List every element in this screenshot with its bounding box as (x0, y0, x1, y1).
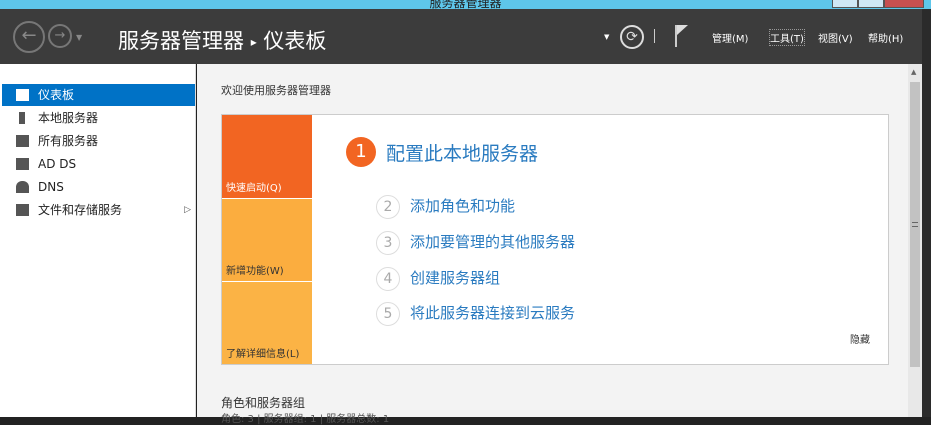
step-add-roles[interactable]: 2 添加角色和功能 (376, 195, 515, 219)
step-add-servers[interactable]: 3 添加要管理的其他服务器 (376, 231, 575, 255)
divider (654, 29, 655, 43)
sidebar-item-all-servers[interactable]: 所有服务器 (2, 130, 195, 152)
sidebar-item-local-server[interactable]: 本地服务器 (2, 107, 195, 129)
breadcrumb-app[interactable]: 服务器管理器 (118, 29, 244, 53)
sidebar-item-label: 所有服务器 (38, 134, 99, 148)
scrollbar-thumb[interactable] (910, 82, 920, 367)
expand-icon[interactable]: ▷ (184, 199, 191, 221)
sidebar-item-file-storage[interactable]: 文件和存储服务 ▷ (2, 199, 195, 221)
welcome-heading: 欢迎使用服务器管理器 (221, 84, 331, 97)
roles-section-title: 角色和服务器组 (221, 396, 306, 410)
tab-label: 了解详细信息(L) (226, 349, 300, 360)
step-number: 5 (376, 302, 400, 326)
step-label: 创建服务器组 (410, 269, 501, 287)
sidebar-item-label: 文件和存储服务 (38, 203, 123, 217)
breadcrumb-page: 仪表板 (263, 29, 327, 53)
sidebar-item-dns[interactable]: DNS (2, 176, 195, 198)
menu-help[interactable]: 帮助(H) (868, 30, 903, 45)
main-content: 欢迎使用服务器管理器 快速启动(Q) 新增功能(W) 了解详细信息(L) 1 配置… (197, 64, 908, 425)
title-bar: 服务器管理器 (0, 0, 931, 9)
maximize-button[interactable] (858, 0, 884, 8)
header: ← → ▼ 服务器管理器 ▸ 仪表板 ▼ ⟳ 管理(M) 工具(T) 视图(V)… (0, 9, 931, 64)
step-label: 将此服务器连接到云服务 (410, 304, 576, 322)
sidebar-item-dashboard[interactable]: 仪表板 (2, 84, 195, 106)
menu-tools[interactable]: 工具(T) (769, 29, 805, 46)
breadcrumb-separator-icon: ▸ (250, 35, 257, 49)
back-icon: ← (21, 25, 37, 46)
tab-whats-new[interactable]: 新增功能(W) (222, 199, 312, 281)
dns-icon (16, 181, 29, 193)
notifications-flag-icon[interactable] (675, 25, 688, 47)
dashboard-icon (16, 89, 29, 101)
close-button[interactable] (884, 0, 924, 8)
step-number: 1 (346, 137, 376, 167)
sidebar-item-label: 本地服务器 (38, 111, 99, 125)
menu-manage[interactable]: 管理(M) (712, 30, 748, 45)
breadcrumb: 服务器管理器 ▸ 仪表板 (118, 25, 326, 55)
hide-link[interactable]: 隐藏 (850, 331, 870, 346)
server-icon (19, 112, 25, 124)
back-button[interactable]: ← (13, 21, 45, 53)
tab-label: 新增功能(W) (226, 266, 284, 277)
menu-view[interactable]: 视图(V) (818, 30, 853, 45)
tab-learn-more[interactable]: 了解详细信息(L) (222, 282, 312, 364)
scroll-up-icon[interactable]: ▲ (911, 68, 916, 76)
vertical-scrollbar[interactable]: ▲ (908, 64, 922, 417)
sidebar-item-label: DNS (38, 180, 64, 194)
sidebar: 仪表板 本地服务器 所有服务器 AD DS DNS 文件和存储服务 ▷ (0, 64, 196, 417)
refresh-icon: ⟳ (626, 29, 638, 45)
step-label: 添加角色和功能 (410, 197, 516, 215)
tab-quick-start[interactable]: 快速启动(Q) (222, 115, 312, 198)
step-number: 2 (376, 195, 400, 219)
step-label: 添加要管理的其他服务器 (410, 233, 576, 251)
storage-icon (16, 204, 29, 216)
step-label: 配置此本地服务器 (386, 142, 539, 165)
refresh-dropdown-icon[interactable]: ▼ (604, 33, 609, 41)
window-edge (922, 9, 931, 417)
roles-summary: 角色: 3 | 服务器组: 1 | 服务器总数: 1 (221, 414, 390, 425)
step-number: 3 (376, 231, 400, 255)
step-configure-local-server[interactable]: 1 配置此本地服务器 (346, 137, 538, 167)
minimize-button[interactable] (832, 0, 858, 8)
servers-icon (16, 135, 29, 147)
step-connect-cloud[interactable]: 5 将此服务器连接到云服务 (376, 302, 575, 326)
step-number: 4 (376, 267, 400, 291)
tab-label: 快速启动(Q) (226, 183, 282, 194)
sidebar-item-label: AD DS (38, 157, 77, 171)
step-create-group[interactable]: 4 创建服务器组 (376, 267, 500, 291)
sidebar-item-label: 仪表板 (38, 88, 75, 102)
sidebar-item-adds[interactable]: AD DS (2, 153, 195, 175)
forward-icon: → (54, 28, 66, 43)
window-title: 服务器管理器 (429, 0, 502, 9)
history-dropdown-icon[interactable]: ▼ (76, 33, 82, 42)
quick-start-tile: 快速启动(Q) 新增功能(W) 了解详细信息(L) 1 配置此本地服务器 2 添加角… (221, 114, 889, 365)
adds-icon (16, 158, 29, 170)
forward-button[interactable]: → (48, 24, 72, 48)
refresh-button[interactable]: ⟳ (620, 25, 644, 49)
